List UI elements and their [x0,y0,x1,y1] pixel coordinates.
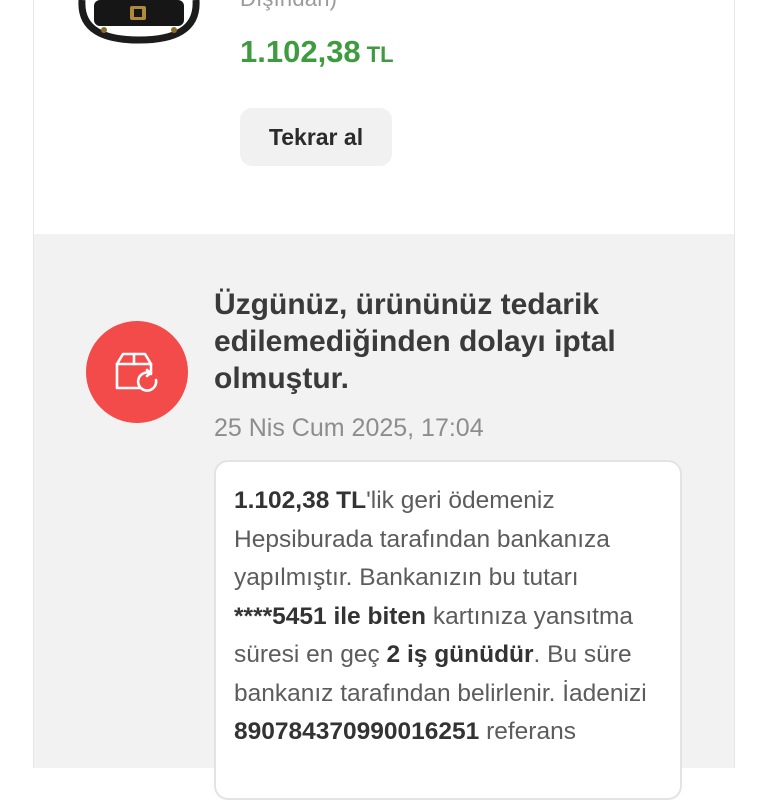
refund-amount: 1.102,38 TL [234,487,367,514]
status-title: Üzgünüz, ürününüz tedarik edilemediğinde… [214,288,616,395]
product-title[interactable]: Dışından) [240,0,337,12]
order-detail-panel: Dışından) 1.102,38TL Tekrar al Üzgün [33,0,735,800]
handbag-image [78,0,200,44]
status-icon-badge [86,321,188,423]
refund-reference: 890784370990016251 [234,718,480,745]
price-currency: TL [366,42,394,67]
product-thumbnail[interactable] [74,0,204,46]
refund-info-box: 1.102,38 TL'lik geri ödemeniz Hepsiburad… [214,460,682,800]
product-card: Dışından) 1.102,38TL Tekrar al [34,0,734,234]
cancellation-status-section: Üzgünüz, ürününüz tedarik edilemediğinde… [34,234,734,800]
product-price: 1.102,38 TL [240,34,394,70]
status-date: 25 Nis Cum 2025, 17:04 [214,414,484,442]
refund-text-4: referans [479,718,576,745]
box-return-icon [115,352,158,392]
refund-duration: 2 iş günüdür [386,641,534,668]
price-amount: 1.102,38 [240,34,361,69]
buy-again-button[interactable]: Tekrar al [240,108,392,166]
card-ending: ****5451 ile biten [234,602,427,630]
